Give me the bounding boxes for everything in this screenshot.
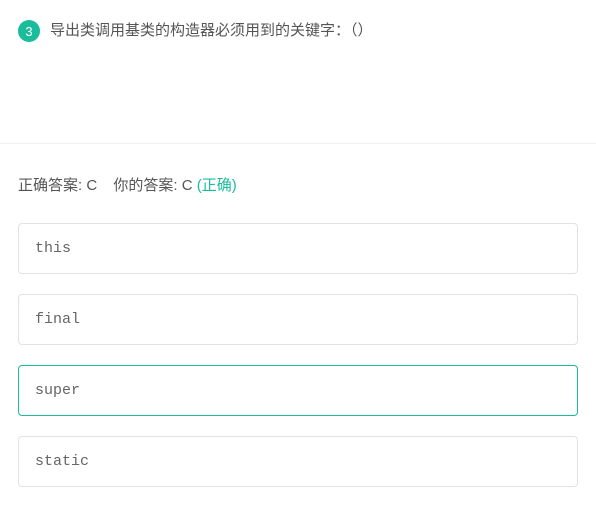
option-text: static [35, 453, 89, 470]
option-text: final [35, 311, 80, 328]
question-header: 3 导出类调用基类的构造器必须用到的关键字：（） [0, 0, 596, 43]
option-c[interactable]: super [18, 365, 578, 416]
option-b[interactable]: final [18, 294, 578, 345]
correct-answer-letter: C [86, 177, 97, 194]
your-answer-label: 你的答案: [113, 177, 181, 194]
answer-status: (正确) [197, 177, 237, 194]
option-d[interactable]: static [18, 436, 578, 487]
answer-section: 正确答案: C 你的答案: C (正确) this final super st… [0, 143, 596, 487]
option-a[interactable]: this [18, 223, 578, 274]
question-text: 导出类调用基类的构造器必须用到的关键字：（） [50, 20, 373, 43]
question-number: 3 [25, 24, 32, 39]
correct-answer-label: 正确答案: [18, 177, 86, 194]
options-list: this final super static [18, 223, 578, 487]
option-text: super [35, 382, 80, 399]
question-number-badge: 3 [18, 20, 40, 42]
answer-line: 正确答案: C 你的答案: C (正确) [18, 174, 578, 195]
your-answer-letter: C [182, 177, 193, 194]
option-text: this [35, 240, 71, 257]
